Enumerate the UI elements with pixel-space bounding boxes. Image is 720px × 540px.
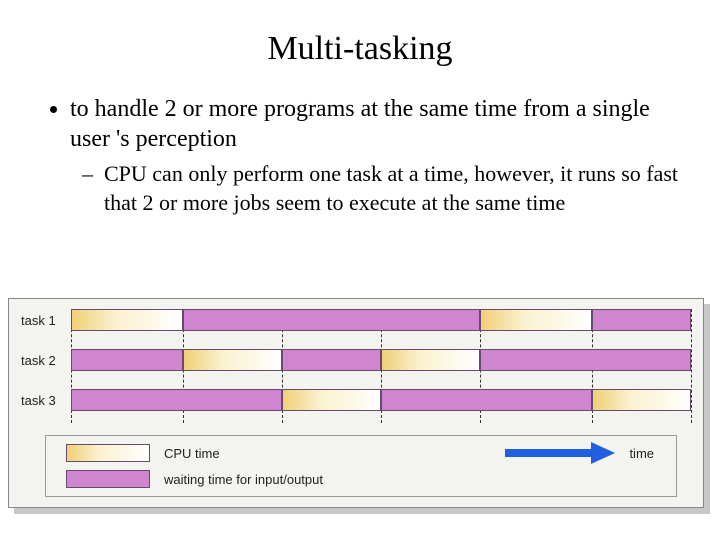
legend-time-arrow: time (505, 442, 654, 464)
bullet-main: to handle 2 or more programs at the same… (70, 94, 680, 217)
bullet-list: to handle 2 or more programs at the same… (40, 94, 680, 217)
slide-title: Multi-tasking (40, 30, 680, 68)
cpu-segment (592, 389, 691, 411)
timing-diagram: task 1 task 2 task 3 CPU time waiting ti… (8, 298, 712, 508)
legend-swatch-cpu (66, 444, 150, 462)
cpu-segment (183, 349, 282, 371)
wait-segment (381, 389, 592, 411)
bullet-sub-text: CPU can only perform one task at a time,… (104, 161, 678, 215)
cpu-segment (282, 389, 381, 411)
legend-label-wait: waiting time for input/output (164, 472, 323, 487)
legend-label-time: time (629, 446, 654, 461)
arrow-icon (505, 442, 615, 464)
wait-segment (71, 349, 183, 371)
cpu-segment (381, 349, 480, 371)
track-label-3: task 3 (21, 393, 56, 408)
cpu-segment (480, 309, 592, 331)
legend-row-wait: waiting time for input/output (66, 470, 323, 488)
task-track (71, 309, 691, 331)
wait-segment (71, 389, 282, 411)
track-area (71, 309, 691, 423)
bullet-sub: CPU can only perform one task at a time,… (104, 160, 680, 217)
sub-bullet-list: CPU can only perform one task at a time,… (70, 160, 680, 217)
task-track (71, 349, 691, 371)
diagram-panel: task 1 task 2 task 3 CPU time waiting ti… (8, 298, 704, 508)
track-label-2: task 2 (21, 353, 56, 368)
legend-row-cpu: CPU time (66, 444, 220, 462)
guide-line (691, 309, 692, 423)
wait-segment (480, 349, 691, 371)
legend-swatch-wait (66, 470, 150, 488)
legend-panel: CPU time waiting time for input/output t… (45, 435, 677, 497)
cpu-segment (71, 309, 183, 331)
wait-segment (282, 349, 381, 371)
bullet-main-text: to handle 2 or more programs at the same… (70, 96, 650, 152)
wait-segment (592, 309, 691, 331)
wait-segment (183, 309, 481, 331)
legend-label-cpu: CPU time (164, 446, 220, 461)
track-label-1: task 1 (21, 313, 56, 328)
task-track (71, 389, 691, 411)
